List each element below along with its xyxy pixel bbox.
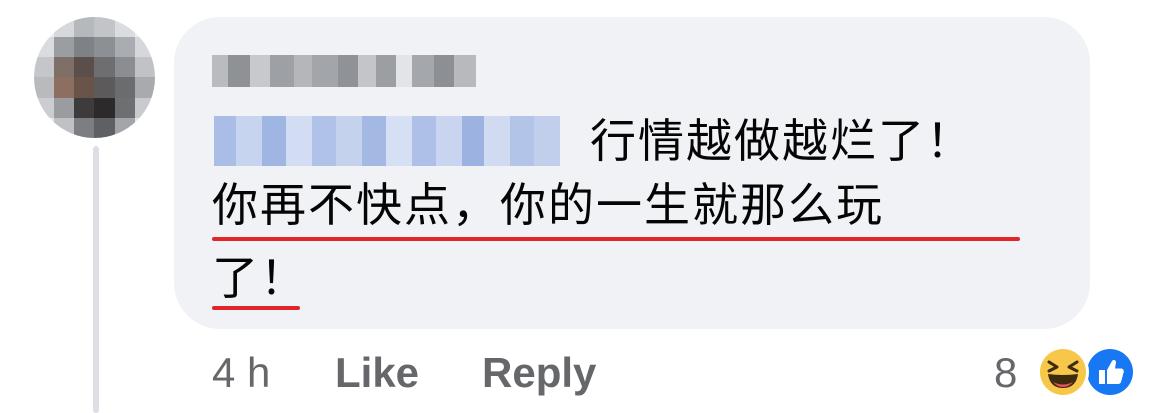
comment-text-line-2: 你再不快点，你的一生就那么玩 [212,178,884,232]
timestamp[interactable]: 4 h [212,352,270,394]
avatar[interactable] [34,17,155,138]
haha-icon[interactable] [1035,344,1091,400]
mention-link-redacted[interactable] [214,116,560,166]
comment-text-line-3: 了！ [212,251,308,305]
reaction-count[interactable]: 8 [994,352,1017,394]
reply-button[interactable]: Reply [482,352,596,394]
comment-text-line-1: 行情越做越烂了！ [590,114,974,168]
red-underline [212,237,1020,241]
author-name-redacted[interactable] [212,55,476,87]
red-underline [212,306,300,310]
like-button[interactable]: Like [335,352,419,394]
thread-line [93,146,99,413]
comment-container: 行情越做越烂了！ 你再不快点，你的一生就那么玩 了！ 4 h Like Repl… [0,0,1170,413]
